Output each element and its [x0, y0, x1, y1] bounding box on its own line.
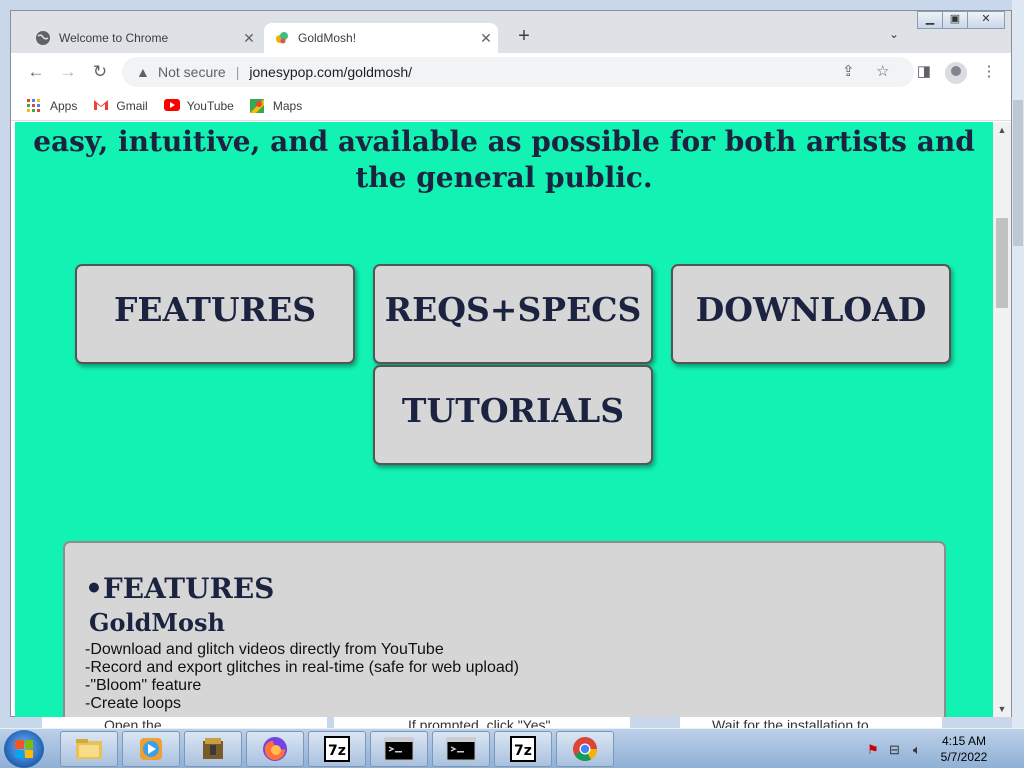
youtube-icon	[163, 98, 180, 113]
scroll-thumb[interactable]	[996, 218, 1008, 308]
globe-icon	[35, 30, 51, 46]
warning-triangle-icon[interactable]: ▲	[136, 64, 156, 80]
reload-icon[interactable]: ↻	[87, 59, 113, 85]
tutorials-nav-button[interactable]: TUTORIALS	[373, 365, 653, 465]
tab-welcome[interactable]: Welcome to Chrome ✕	[25, 23, 261, 53]
back-arrow-icon[interactable]: ←	[23, 59, 49, 85]
minimize-button[interactable]: ▁	[917, 11, 943, 29]
reqs-specs-nav-button[interactable]: REQS+SPECS	[373, 264, 653, 364]
background-window-scrollbar	[1013, 100, 1023, 246]
clock-date: 5/7/2022	[940, 750, 988, 764]
goldmosh-favicon-icon	[274, 30, 290, 46]
close-tab-icon[interactable]: ✕	[474, 30, 498, 47]
share-icon[interactable]: ⇪	[842, 62, 855, 80]
background-snippet: If prompted, click "Yes"	[334, 717, 630, 728]
features-nav-button[interactable]: FEATURES	[75, 264, 355, 364]
profile-avatar-icon[interactable]	[945, 62, 967, 84]
bookmark-gmail[interactable]: Gmail	[93, 98, 148, 113]
scroll-down-arrow-icon[interactable]: ▼	[993, 701, 1011, 717]
list-item: -Create loops	[85, 695, 182, 712]
download-nav-button[interactable]: DOWNLOAD	[671, 264, 951, 364]
intro-text: easy, intuitive, and available as possib…	[15, 124, 993, 196]
intro-line-2: the general public.	[355, 161, 653, 194]
browser-window: Welcome to Chrome ✕ GoldMosh! ✕ + ⌄ ▁ ▣ …	[10, 10, 1012, 717]
cmd-icon[interactable]	[370, 731, 428, 767]
maps-icon	[249, 98, 266, 113]
apps-grid-icon	[27, 98, 43, 113]
new-tab-button[interactable]: +	[511, 24, 537, 50]
network-icon[interactable]: ⊟	[889, 742, 900, 758]
clock-time: 4:15 AM	[941, 734, 987, 748]
tab-title: Welcome to Chrome	[59, 31, 169, 45]
features-subheading: GoldMosh	[89, 608, 225, 637]
firefox-icon[interactable]	[246, 731, 304, 767]
forward-arrow-icon[interactable]: →	[55, 59, 81, 85]
bookmark-youtube[interactable]: YouTube	[163, 98, 234, 113]
bookmark-star-icon[interactable]: ☆	[876, 62, 889, 80]
intro-line-1: easy, intuitive, and available as possib…	[33, 125, 975, 158]
close-window-button[interactable]: ✕	[967, 11, 1005, 29]
tab-strip: Welcome to Chrome ✕ GoldMosh! ✕ + ⌄ ▁ ▣ …	[11, 11, 1011, 53]
svg-text:7z: 7z	[514, 743, 532, 759]
bookmarks-bar: Apps Gmail YouTube Maps	[11, 91, 1011, 121]
side-panel-icon[interactable]: ◨	[911, 59, 937, 85]
tab-search-chevron-icon[interactable]: ⌄	[884, 27, 904, 47]
bookmark-label: Gmail	[116, 98, 148, 113]
address-bar[interactable]: ▲ Not secure | jonesypop.com/goldmosh/ ⇪…	[122, 57, 914, 87]
tab-title: GoldMosh!	[298, 31, 357, 45]
start-button[interactable]	[4, 730, 44, 768]
page-scrollbar[interactable]: ▲ ▼	[993, 122, 1011, 717]
bookmark-label: Maps	[272, 98, 303, 113]
archive-manager-icon[interactable]	[184, 731, 242, 767]
chrome-icon[interactable]	[556, 731, 614, 767]
bookmark-label: YouTube	[186, 98, 234, 113]
media-player-icon[interactable]	[122, 731, 180, 767]
svg-text:7z: 7z	[328, 743, 346, 759]
browser-toolbar: ← → ↻ ▲ Not secure | jonesypop.com/goldm…	[11, 53, 1011, 91]
bookmark-apps[interactable]: Apps	[27, 98, 78, 113]
close-tab-icon[interactable]: ✕	[237, 30, 261, 47]
7zip-icon[interactable]: 7z	[308, 731, 366, 767]
page-content: easy, intuitive, and available as possib…	[15, 122, 993, 717]
url-text[interactable]: jonesypop.com/goldmosh/	[249, 64, 412, 80]
features-heading: •FEATURES	[85, 572, 275, 605]
explorer-icon[interactable]	[60, 731, 118, 767]
network-error-icon[interactable]: ⚑	[867, 742, 879, 758]
menu-kebab-icon[interactable]: ⋮	[976, 59, 1002, 85]
7zip-icon[interactable]: 7z	[494, 731, 552, 767]
gmail-icon	[93, 99, 109, 113]
scroll-up-arrow-icon[interactable]: ▲	[993, 122, 1011, 138]
background-snippet: Open the	[42, 717, 327, 728]
features-list: -Download and glitch videos directly fro…	[85, 641, 519, 713]
volume-icon[interactable]: 🔈︎	[913, 742, 921, 758]
address-separator: |	[235, 64, 240, 80]
system-clock[interactable]: 4:15 AM 5/7/2022	[932, 733, 996, 765]
list-item: -Record and export glitches in real-time…	[85, 659, 519, 676]
background-snippet: Wait for the installation to	[680, 717, 942, 728]
cmd-icon[interactable]	[432, 731, 490, 767]
security-status: Not secure	[158, 64, 226, 80]
windows-logo-icon	[15, 740, 33, 758]
tab-goldmosh[interactable]: GoldMosh! ✕	[264, 23, 498, 53]
list-item: -"Bloom" feature	[85, 677, 202, 694]
bookmark-maps[interactable]: Maps	[249, 98, 303, 113]
list-item: -Download and glitch videos directly fro…	[85, 641, 444, 658]
bookmark-label: Apps	[50, 98, 78, 113]
maximize-button[interactable]: ▣	[942, 11, 968, 29]
taskbar: 7z 7z ⚑ ⊟ 🔈︎ 4:15 AM 5/7/2022	[0, 728, 1024, 768]
